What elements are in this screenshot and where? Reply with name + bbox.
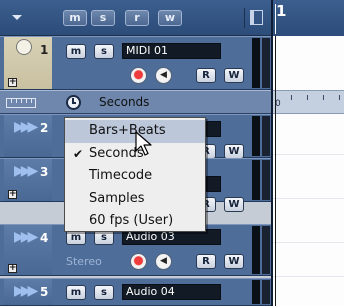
- global-mute-button[interactable]: m: [63, 10, 87, 26]
- ruler-track-header[interactable]: Seconds: [0, 90, 271, 114]
- level-meter-right: [262, 160, 270, 200]
- channel-config-label: Stereo: [66, 255, 102, 268]
- solo-button[interactable]: s: [94, 285, 114, 300]
- audio-track-icon: ▶▶▶: [14, 229, 38, 245]
- solo-button[interactable]: s: [94, 44, 114, 59]
- ruler-tick: [307, 95, 308, 100]
- monitor-button[interactable]: ◀: [155, 253, 172, 270]
- ruler-tick: [339, 95, 340, 100]
- time-format-clock-icon[interactable]: [66, 95, 81, 110]
- level-meter-right: [262, 226, 270, 274]
- level-meter: [252, 116, 260, 156]
- ruler-tick: [291, 95, 292, 100]
- track-name-field[interactable]: Audio 04: [122, 284, 221, 300]
- track-name-field[interactable]: MIDI 01: [122, 43, 221, 59]
- expand-track-icon[interactable]: +: [8, 78, 17, 87]
- audio-track-icon: ▶▶▶: [14, 163, 38, 179]
- menu-item-label: 60 fps (User): [89, 213, 174, 228]
- ruler-tick: [323, 95, 324, 100]
- level-meter-right: [262, 280, 270, 304]
- project-cursor[interactable]: [275, 36, 276, 306]
- time-format-label[interactable]: Seconds: [99, 95, 149, 109]
- level-meter-right: [262, 38, 270, 88]
- audio-track-icon: ▶▶▶: [14, 119, 38, 135]
- level-meter-right: [262, 116, 270, 156]
- write-automation-button[interactable]: W: [224, 197, 244, 212]
- arrange-area[interactable]: 0: [271, 36, 344, 306]
- track-name-field[interactable]: [206, 121, 221, 137]
- level-meter: [252, 38, 260, 88]
- expand-track-icon[interactable]: +: [8, 264, 17, 273]
- menu-item-label: Samples: [89, 190, 145, 206]
- write-automation-button[interactable]: W: [224, 254, 244, 269]
- mute-button[interactable]: m: [66, 44, 86, 59]
- ruler-track-icon: [6, 98, 36, 108]
- read-automation-button[interactable]: R: [196, 254, 216, 269]
- track-list-menu-icon[interactable]: [12, 15, 22, 20]
- track-number: 3: [40, 165, 49, 179]
- level-meter: [252, 226, 260, 274]
- track-list-toolbar: m s r w: [0, 0, 271, 36]
- ruler-track-lane[interactable]: 0: [273, 90, 344, 114]
- write-automation-button[interactable]: W: [224, 144, 244, 159]
- global-solo-button[interactable]: s: [91, 10, 115, 26]
- monitor-button[interactable]: ◀: [155, 67, 172, 84]
- menu-item-timecode[interactable]: Timecode: [65, 165, 205, 188]
- read-automation-button[interactable]: R: [196, 68, 216, 83]
- track-row-audio-04[interactable]: ▶▶▶ 5 m s Audio 04: [0, 278, 271, 306]
- record-enable-button[interactable]: [130, 67, 147, 84]
- lane-separator: [273, 242, 344, 243]
- track-number: 5: [40, 285, 49, 299]
- track-name-field[interactable]: [206, 176, 221, 192]
- mouse-pointer-icon: [135, 131, 152, 156]
- track-number: 2: [40, 121, 49, 135]
- track-number: 4: [40, 231, 49, 245]
- midi-track-icon: [16, 39, 32, 55]
- toolbar-divider: [244, 8, 245, 28]
- lane-separator: [273, 154, 344, 155]
- level-meter: [252, 280, 260, 304]
- project-ruler[interactable]: 1: [271, 0, 344, 36]
- audio-track-icon: ▶▶▶: [14, 283, 38, 299]
- track-number: 1: [40, 43, 49, 57]
- lane-separator: [273, 198, 344, 199]
- menu-item-samples[interactable]: Samples: [65, 188, 205, 211]
- global-write-button[interactable]: w: [158, 10, 182, 26]
- track-row-midi-01[interactable]: 1 + m s MIDI 01 ◀ R W: [0, 36, 271, 90]
- record-enable-button[interactable]: [130, 253, 147, 270]
- menu-item-label: Timecode: [89, 168, 153, 183]
- mute-button[interactable]: m: [66, 285, 86, 300]
- track-view-toggle-icon[interactable]: [250, 10, 263, 25]
- global-read-button[interactable]: r: [125, 10, 149, 26]
- menu-item-60-fps-user[interactable]: 60 fps (User): [65, 210, 205, 233]
- checkmark-icon: ✔: [73, 146, 84, 161]
- expand-track-icon[interactable]: +: [8, 190, 17, 199]
- bar-number: 1: [276, 2, 287, 20]
- lane-separator: [273, 276, 344, 277]
- level-meter: [252, 160, 260, 200]
- write-automation-button[interactable]: W: [224, 68, 244, 83]
